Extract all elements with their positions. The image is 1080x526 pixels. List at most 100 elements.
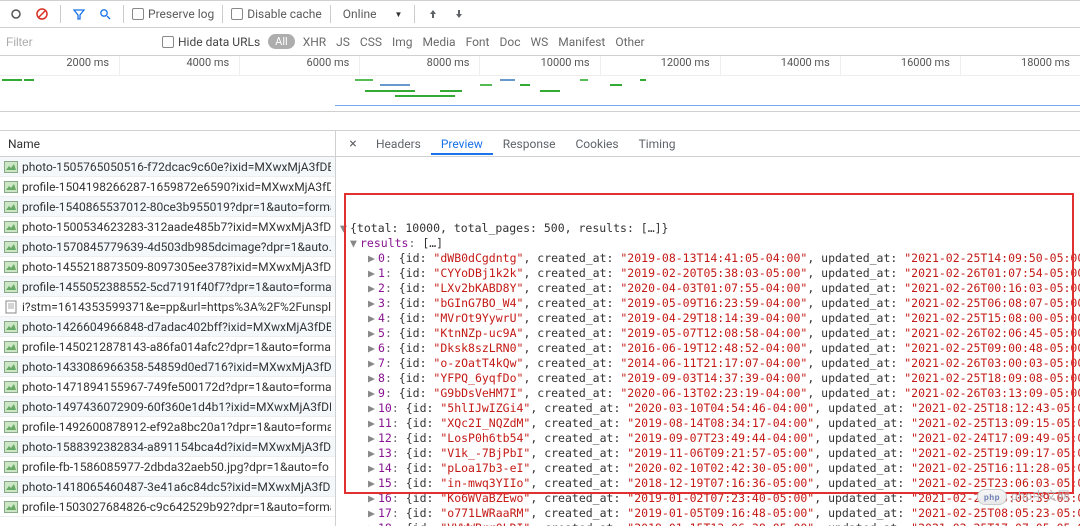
request-name: profile-1450212878143-a86fa014afc2?dpr=1… [22,340,331,354]
json-result-item[interactable]: ▶ 7: {id: "o-zOatT4kQw", created_at: "20… [340,356,1074,371]
ruler-tick: 16000 ms [840,56,960,75]
filter-type-other[interactable]: Other [615,35,644,49]
separator [414,5,415,23]
request-row[interactable]: photo-1471894155967-749fe500172d?dpr=1&a… [0,377,335,397]
requests-list: Name photo-1505765050516-f72dcac9c60e?ix… [0,131,336,526]
json-result-item[interactable]: ▶ 10: {id: "5hlIJwIZGi4", created_at: "2… [340,401,1074,416]
json-result-item[interactable]: ▶ 3: {id: "bGInG7BO_W4", created_at: "20… [340,296,1074,311]
details-panel: × HeadersPreviewResponseCookiesTiming ph… [336,131,1080,526]
request-row[interactable]: profile-1450212878143-a86fa014afc2?dpr=1… [0,337,335,357]
request-row[interactable]: profile-1540865537012-80ce3b955019?dpr=1… [0,197,335,217]
json-result-item[interactable]: ▶ 8: {id: "YFPQ_6yqfDo", created_at: "20… [340,371,1074,386]
preserve-log-checkbox[interactable]: Preserve log [132,7,214,21]
request-row[interactable]: photo-1433086966358-54859d0ed716?ixid=MX… [0,357,335,377]
php-logo-icon: php [977,489,1007,505]
image-file-icon [4,160,18,174]
filter-all-badge[interactable]: All [268,34,295,49]
filter-type-manifest[interactable]: Manifest [558,35,605,49]
filter-type-js[interactable]: JS [336,35,350,49]
document-file-icon [4,300,18,314]
filter-input[interactable] [4,34,154,50]
image-file-icon [4,400,18,414]
request-row[interactable]: photo-1497436072909-60f360e1d4b1?ixid=MX… [0,397,335,417]
tab-preview[interactable]: Preview [431,133,493,155]
separator [222,5,223,23]
tab-cookies[interactable]: Cookies [566,133,629,155]
request-row[interactable]: profile-1503027684826-c9c642529b92?dpr=1… [0,497,335,517]
image-file-icon [4,260,18,274]
json-result-item[interactable]: ▶ 4: {id: "MVrOt9YywrU", created_at: "20… [340,311,1074,326]
request-row[interactable]: photo-1505765050516-f72dcac9c60e?ixid=MX… [0,157,335,177]
request-row[interactable]: profile-fb-1586085977-2dbda32aeb50.jpg?d… [0,457,335,477]
filter-bar: Hide data URLs All XHR JS CSS Img Media Font D… [0,28,1080,56]
filter-type-font[interactable]: Font [466,35,490,49]
json-result-item[interactable]: ▶ 5: {id: "KtnNZp-uc9A", created_at: "20… [340,326,1074,341]
request-name: photo-1497436072909-60f360e1d4b1?ixid=MX… [22,400,331,414]
json-result-item[interactable]: ▶ 2: {id: "LXv2bKABD8Y", created_at: "20… [340,281,1074,296]
image-file-icon [4,440,18,454]
image-file-icon [4,380,18,394]
request-name: photo-1455218873509-8097305ee378?ixid=MX… [22,260,331,274]
separator [123,5,124,23]
download-icon[interactable] [449,4,469,24]
image-file-icon [4,180,18,194]
image-file-icon [4,200,18,214]
throttling-select[interactable]: Online ▼ [339,7,407,21]
filter-type-xhr[interactable]: XHR [303,35,326,49]
image-file-icon [4,320,18,334]
filter-type-media[interactable]: Media [423,35,456,49]
ruler-tick: 14000 ms [720,56,840,75]
json-result-item[interactable]: ▶ 13: {id: "V1k_-7BjPbI", created_at: "2… [340,446,1074,461]
json-result-item[interactable]: ▶ 6: {id: "Dksk8szLRN0", created_at: "20… [340,341,1074,356]
ruler-tick: 8000 ms [359,56,479,75]
json-results[interactable]: ▼ results: […] [340,236,1074,251]
request-name: photo-1505765050516-f72dcac9c60e?ixid=MX… [22,160,331,174]
json-result-item[interactable]: ▶ 1: {id: "CYYoDBj1k2k", created_at: "20… [340,266,1074,281]
image-file-icon [4,460,18,474]
request-row[interactable]: profile-1455052388552-5cd7191f40f7?dpr=1… [0,277,335,297]
timeline-overview[interactable]: 2000 ms4000 ms6000 ms8000 ms10000 ms1200… [0,56,1080,112]
preview-content[interactable]: phpphp中文网 ▼ {total: 10000, total_pages: … [336,157,1080,526]
request-row[interactable]: photo-1500534623283-312aade485b7?ixid=MX… [0,217,335,237]
ruler-tick: 10000 ms [479,56,599,75]
filter-type-ws[interactable]: WS [530,35,548,49]
request-row[interactable]: profile-1504198266287-1659872e6590?ixid=… [0,177,335,197]
request-row[interactable]: photo-1570845779639-4d503db985dcimage?dp… [0,237,335,257]
filter-icon[interactable] [69,4,89,24]
request-row[interactable]: photo-1588392382834-a891154bca4d?ixid=MX… [0,437,335,457]
request-row[interactable]: photo-1455218873509-8097305ee378?ixid=MX… [0,257,335,277]
hide-data-urls-checkbox[interactable]: Hide data URLs [162,35,260,49]
request-name: profile-fb-1586085977-2dbda32aeb50.jpg?d… [22,460,329,474]
disable-cache-checkbox[interactable]: Disable cache [231,7,322,21]
spacer [0,112,1080,131]
request-name: photo-1570845779639-4d503db985dcimage?dp… [22,240,331,254]
request-row[interactable]: profile-1492600878912-ef92a8bc20a1?dpr=1… [0,417,335,437]
json-root[interactable]: ▼ {total: 10000, total_pages: 500, resul… [340,221,1074,236]
close-icon[interactable]: × [342,136,364,152]
json-result-item[interactable]: ▶ 9: {id: "G9bDsVeHM7I", created_at: "20… [340,386,1074,401]
upload-icon[interactable] [423,4,443,24]
ruler-tick: 4000 ms [119,56,239,75]
clear-icon[interactable] [32,4,52,24]
request-row[interactable]: photo-1426604966848-d7adac402bff?ixid=MX… [0,317,335,337]
ruler-tick: 18000 ms [960,56,1080,75]
json-result-item[interactable]: ▶ 0: {id: "dWB0dCgdntg", created_at: "20… [340,251,1074,266]
request-name: profile-1492600878912-ef92a8bc20a1?dpr=1… [22,420,331,434]
json-result-item[interactable]: ▶ 12: {id: "LosP0h6tb54", created_at: "2… [340,431,1074,446]
filter-type-img[interactable]: Img [392,35,413,49]
name-column-header[interactable]: Name [0,131,335,157]
request-row[interactable]: i?stm=1614353599371&e=pp&url=https%3A%2F… [0,297,335,317]
search-icon[interactable] [95,4,115,24]
filter-type-css[interactable]: CSS [360,35,382,49]
request-row[interactable]: photo-1418065460487-3e41a6c84dc5?ixid=MX… [0,477,335,497]
record-icon[interactable] [6,4,26,24]
filter-type-doc[interactable]: Doc [499,35,520,49]
tab-headers[interactable]: Headers [366,133,431,155]
ruler-tick: 6000 ms [239,56,359,75]
json-result-item[interactable]: ▶ 11: {id: "XQc2I_NQZdM", created_at: "2… [340,416,1074,431]
tab-timing[interactable]: Timing [629,133,686,155]
tab-response[interactable]: Response [493,133,566,155]
request-name: i?stm=1614353599371&e=pp&url=https%3A%2F… [22,300,331,314]
json-result-item[interactable]: ▶ 18: {id: "VVWWBrr0LDI", created_at: "2… [340,521,1074,526]
image-file-icon [4,500,18,514]
